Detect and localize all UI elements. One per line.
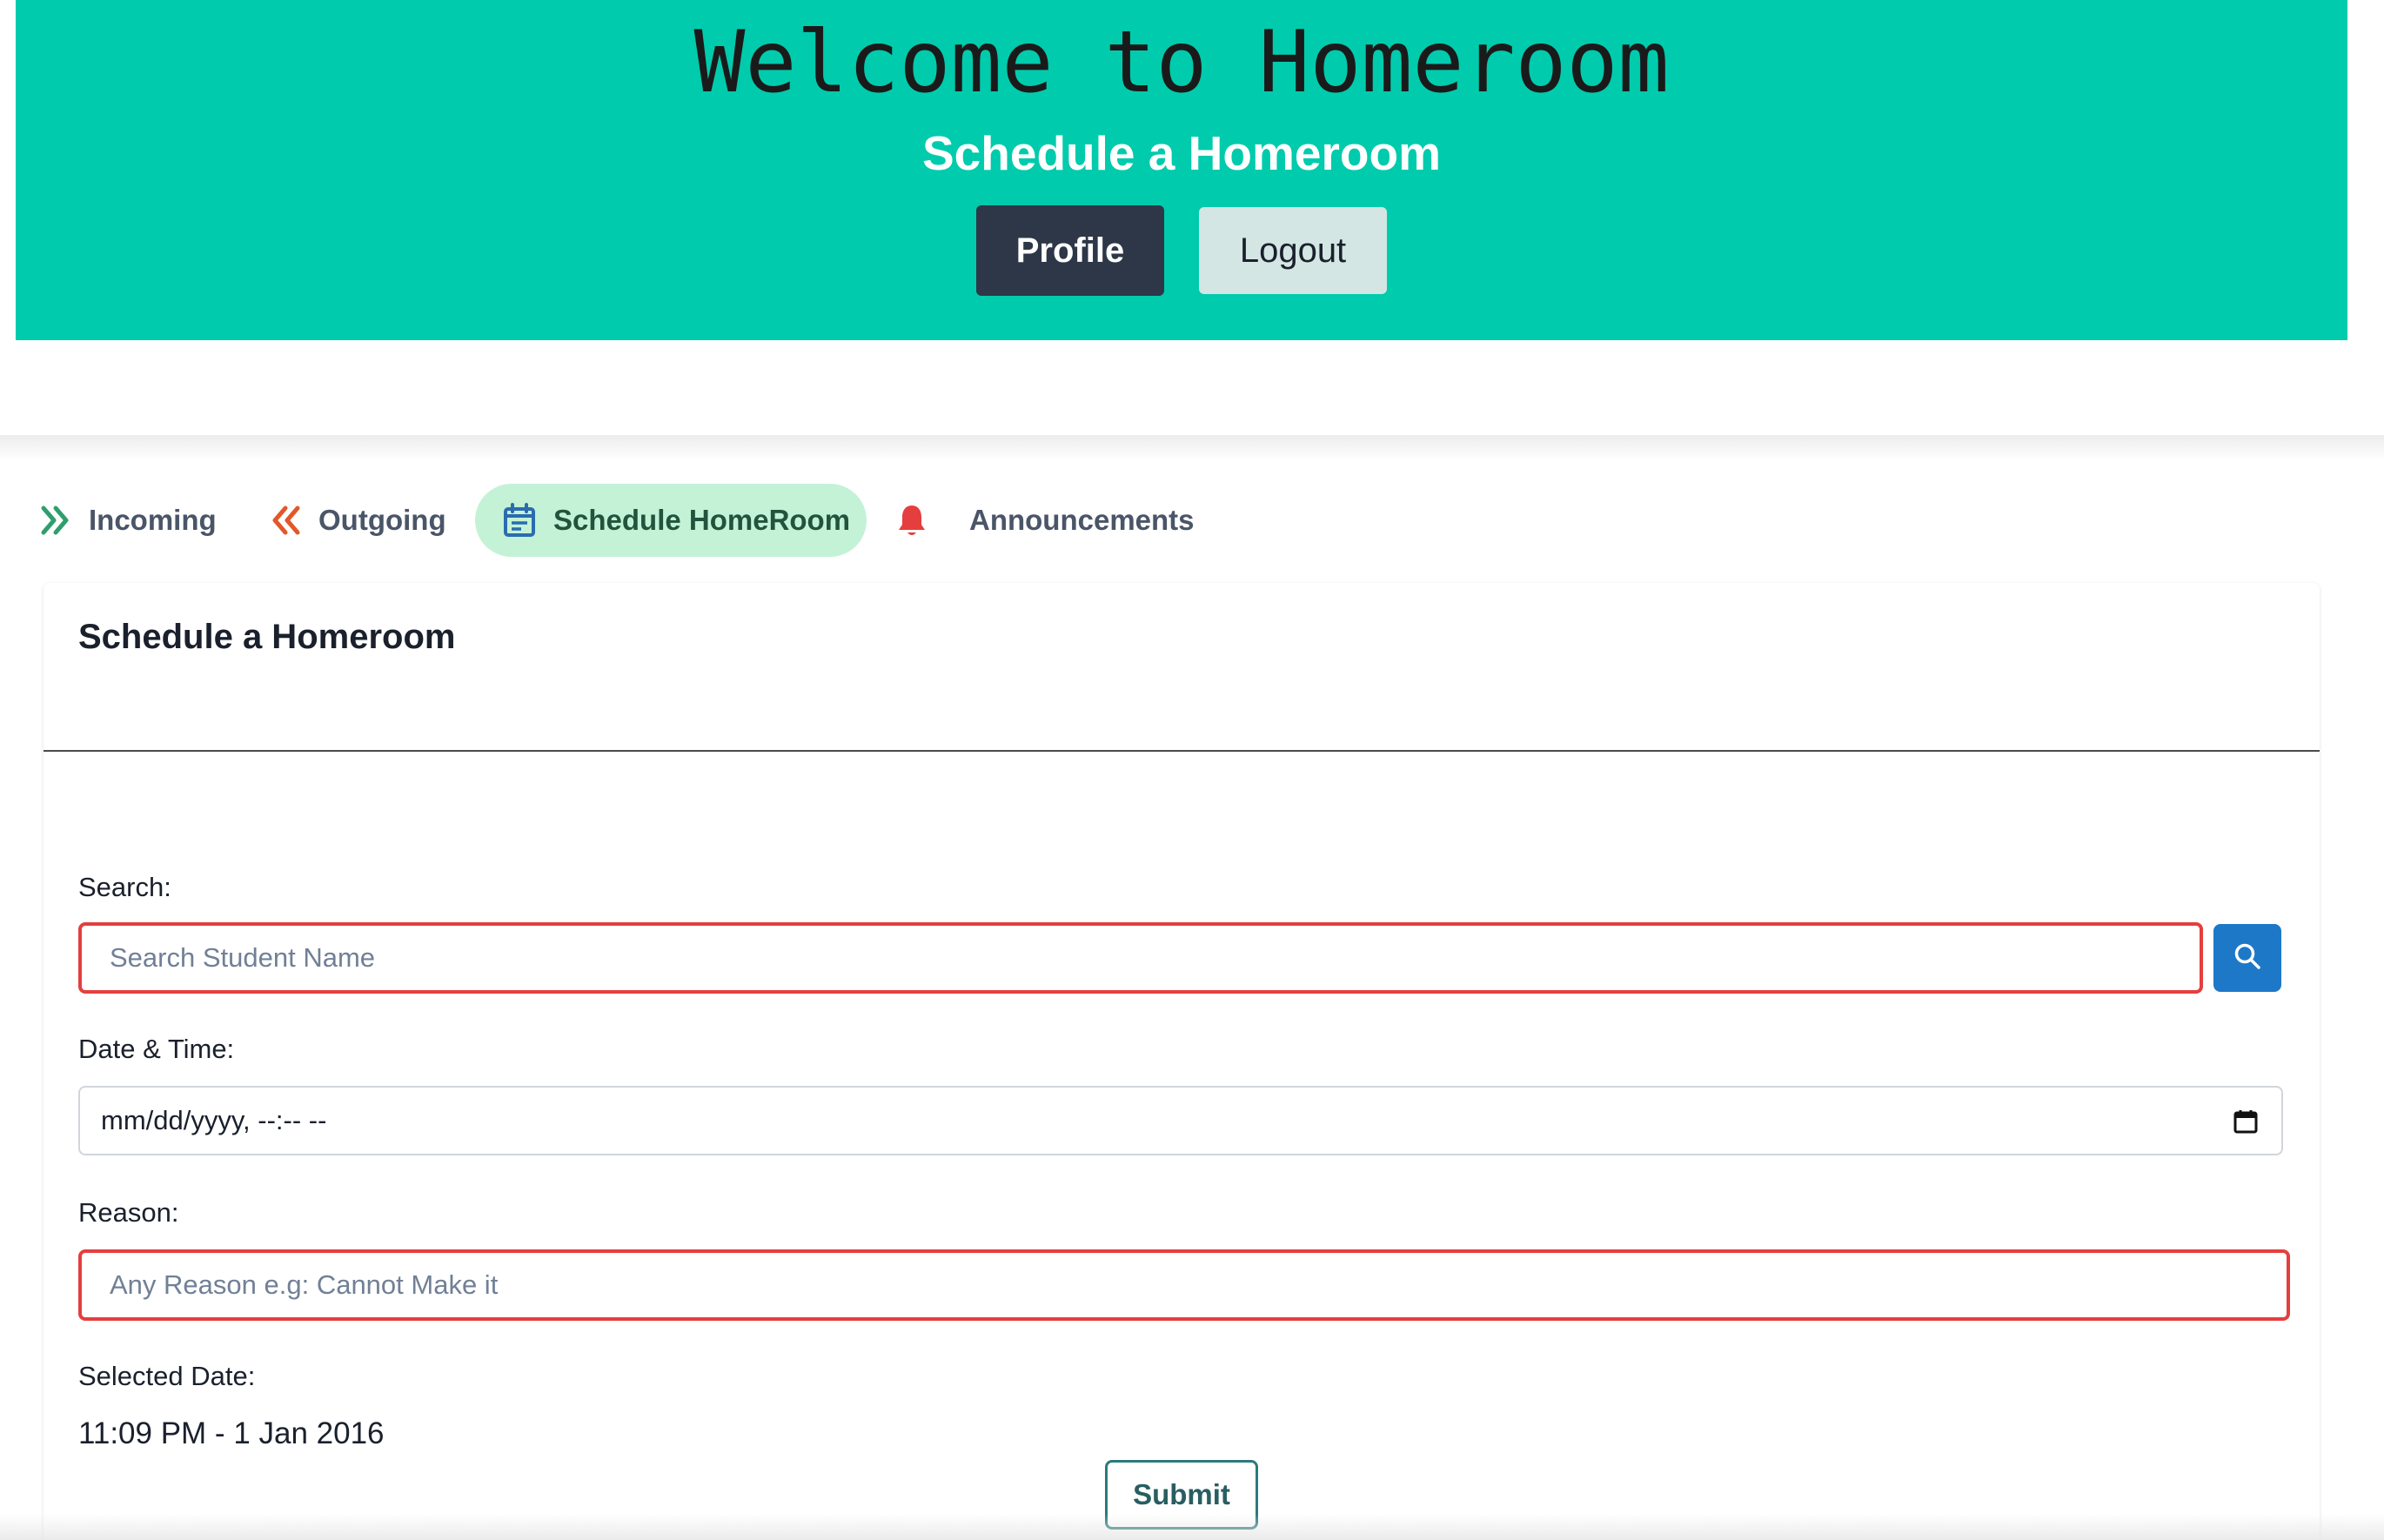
tab-announcements[interactable]: Announcements [894,484,1195,557]
hero-banner: Welcome to Homeroom Schedule a Homeroom … [16,0,2347,340]
calendar-picker-icon[interactable] [2233,1108,2259,1142]
tab-bar: Incoming Outgoing Schedule HomeRoom Anno… [0,484,2384,557]
bottom-fade [0,1514,2384,1540]
page-title: Welcome to Homeroom [693,13,1670,112]
datetime-label: Date & Time: [78,1034,235,1064]
search-button[interactable] [2213,924,2281,992]
selected-date-value: 11:09 PM - 1 Jan 2016 [78,1416,385,1450]
bell-icon [894,502,929,539]
datetime-input[interactable]: mm/dd/yyyy, --:-- -- [78,1086,2283,1155]
logout-button[interactable]: Logout [1199,207,1387,294]
card-header: Schedule a Homeroom [44,583,2320,752]
search-label: Search: [78,872,171,902]
datetime-value: mm/dd/yyyy, --:-- -- [101,1105,327,1135]
section-divider [0,435,2384,461]
calendar-icon [501,502,538,539]
page-subtitle: Schedule a Homeroom [922,126,1441,180]
tab-outgoing[interactable]: Outgoing [268,484,446,557]
double-chevron-right-icon [38,503,73,538]
page-root: Welcome to Homeroom Schedule a Homeroom … [0,0,2384,1540]
profile-button[interactable]: Profile [976,205,1164,296]
selected-date-label: Selected Date: [78,1361,256,1391]
tab-schedule-label: Schedule HomeRoom [553,504,851,536]
tab-incoming-label: Incoming [89,504,217,536]
card-title: Schedule a Homeroom [78,618,456,656]
tab-incoming[interactable]: Incoming [38,484,217,557]
double-chevron-left-icon [268,503,303,538]
reason-input[interactable] [78,1249,2290,1321]
schedule-card: Schedule a Homeroom Search: Date & Time:… [44,583,2320,1540]
tab-announcements-label: Announcements [969,504,1195,536]
search-input[interactable] [78,922,2203,994]
tab-schedule-homeroom[interactable]: Schedule HomeRoom [475,484,867,557]
tab-outgoing-label: Outgoing [318,504,446,536]
search-icon [2233,941,2262,975]
reason-label: Reason: [78,1197,179,1228]
